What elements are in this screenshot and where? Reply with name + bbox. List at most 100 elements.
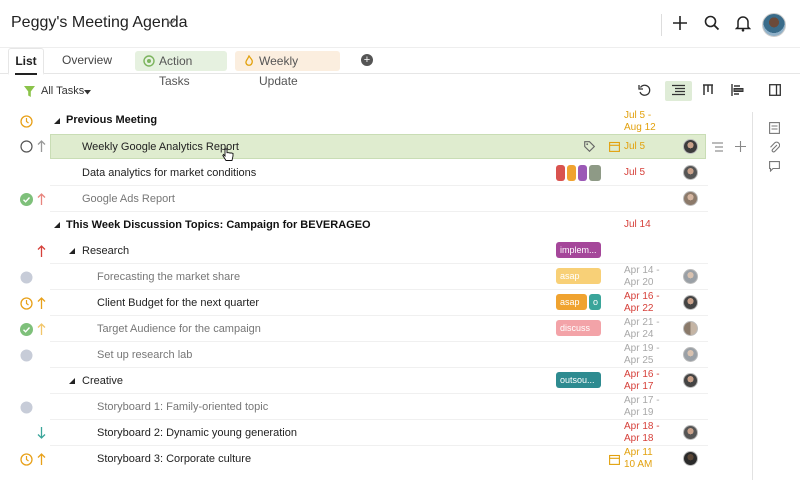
filter-icon[interactable] [24, 86, 35, 97]
row-title[interactable]: Research [82, 245, 129, 257]
filter-dropdown[interactable]: All Tasks [41, 85, 84, 97]
open-status-icon[interactable] [20, 140, 33, 153]
status-tag[interactable]: implem... [556, 242, 601, 258]
chevron-down-icon[interactable] [166, 19, 176, 26]
task-row[interactable]: Google Ads Report [0, 186, 752, 212]
list-view-icon[interactable] [672, 84, 685, 96]
kanban-view-icon[interactable] [702, 84, 714, 96]
in-progress-status-icon[interactable] [20, 453, 33, 466]
row-title[interactable]: Target Audience for the campaign [97, 323, 261, 335]
priority-up-icon[interactable] [37, 323, 46, 335]
row-title[interactable]: Storyboard 3: Corporate culture [97, 453, 251, 465]
task-row[interactable]: Weekly Google Analytics Report Jul 5 [0, 134, 752, 161]
group-row[interactable]: This Week Discussion Topics: Campaign fo… [0, 212, 752, 238]
date-start: Apr 21 - [624, 317, 660, 328]
group-row[interactable]: Research implem... [0, 238, 752, 264]
row-title[interactable]: Data analytics for market conditions [82, 167, 256, 179]
search-icon[interactable] [704, 15, 720, 31]
user-avatar[interactable] [762, 13, 786, 37]
status-tag[interactable]: outsou... [556, 372, 601, 388]
row-title[interactable]: Forecasting the market share [97, 271, 240, 283]
assignee-avatar[interactable] [683, 269, 698, 284]
row-title[interactable]: Creative [82, 375, 123, 387]
add-subtask-icon[interactable] [735, 141, 746, 152]
task-row[interactable]: Data analytics for market conditions Jul… [0, 160, 752, 186]
in-progress-status-icon[interactable] [20, 115, 33, 128]
task-row[interactable]: Client Budget for the next quarter asap … [0, 290, 752, 316]
collapse-caret-icon[interactable] [69, 248, 75, 254]
assignee-avatar[interactable] [683, 139, 698, 154]
row-title[interactable]: Storyboard 1: Family-oriented topic [97, 401, 268, 413]
priority-up-icon[interactable] [37, 193, 46, 205]
assignee-avatar[interactable] [683, 165, 698, 180]
status-tag[interactable]: asap [556, 294, 587, 310]
add-tab-button[interactable]: + [361, 54, 373, 66]
tab-overview[interactable]: Overview [62, 48, 112, 74]
not-started-status-icon[interactable] [20, 349, 33, 362]
assignee-avatar[interactable] [683, 295, 698, 310]
task-row[interactable]: Storyboard 3: Corporate culture Apr 11 1… [0, 446, 752, 472]
completed-status-icon[interactable] [20, 193, 33, 206]
date-end: Apr 17 [624, 381, 654, 392]
refresh-icon[interactable] [638, 84, 651, 97]
row-dates: Apr 11 10 AM [624, 447, 653, 471]
task-row[interactable]: Set up research lab Apr 19 - Apr 25 [0, 342, 752, 368]
row-title[interactable]: Previous Meeting [66, 114, 157, 126]
comment-icon[interactable] [769, 161, 780, 172]
completed-status-icon[interactable] [20, 323, 33, 336]
notes-icon[interactable] [769, 122, 780, 134]
page-title[interactable]: Peggy's Meeting Agenda [11, 14, 188, 32]
color-tag[interactable] [567, 165, 576, 181]
assignee-avatar[interactable] [683, 451, 698, 466]
row-title[interactable]: Weekly Google Analytics Report [82, 141, 239, 153]
bell-icon[interactable] [735, 15, 751, 32]
row-title[interactable]: Set up research lab [97, 349, 192, 361]
collapse-caret-icon[interactable] [54, 222, 60, 228]
color-tag[interactable] [578, 165, 587, 181]
tab-weekly-update[interactable]: Weekly Update [235, 51, 340, 88]
gantt-view-icon[interactable] [731, 84, 744, 96]
not-started-status-icon[interactable] [20, 271, 33, 284]
date-start: Apr 17 - [624, 395, 660, 406]
color-tag[interactable] [589, 165, 601, 181]
tag-icon[interactable] [584, 141, 595, 152]
attachment-icon[interactable] [769, 141, 780, 153]
status-tag[interactable]: asap [556, 268, 601, 284]
group-row[interactable]: Previous Meeting Jul 5 - Aug 12 [0, 108, 752, 134]
row-title[interactable]: Google Ads Report [82, 193, 175, 205]
row-dates: Apr 19 - Apr 25 [624, 343, 660, 367]
priority-down-icon[interactable] [37, 427, 46, 439]
row-title[interactable]: This Week Discussion Topics: Campaign fo… [66, 219, 371, 231]
status-tag[interactable]: o [589, 294, 601, 310]
not-started-status-icon[interactable] [20, 401, 33, 414]
assignee-avatar[interactable] [683, 321, 698, 336]
tab-list[interactable]: List [8, 48, 44, 75]
priority-up-icon[interactable] [37, 297, 46, 309]
row-title[interactable]: Storyboard 2: Dynamic young generation [97, 427, 297, 439]
assignee-avatar[interactable] [683, 425, 698, 440]
priority-up-icon[interactable] [37, 245, 46, 257]
priority-up-icon[interactable] [37, 140, 46, 152]
task-row[interactable]: Target Audience for the campaign discuss… [0, 316, 752, 342]
group-row[interactable]: Creative outsou... Apr 16 - Apr 17 [0, 368, 752, 394]
scrollbar[interactable] [752, 112, 753, 480]
color-tag[interactable] [556, 165, 565, 181]
row-title[interactable]: Client Budget for the next quarter [97, 297, 259, 309]
collapse-caret-icon[interactable] [54, 118, 60, 124]
status-tag[interactable]: discuss [556, 320, 601, 336]
date-end: Aug 12 [624, 122, 656, 133]
assignee-avatar[interactable] [683, 191, 698, 206]
in-progress-status-icon[interactable] [20, 297, 33, 310]
task-row[interactable]: Storyboard 2: Dynamic young generation A… [0, 420, 752, 446]
collapse-caret-icon[interactable] [69, 378, 75, 384]
task-row[interactable]: Storyboard 1: Family-oriented topic Apr … [0, 394, 752, 420]
add-icon[interactable] [672, 15, 688, 31]
panel-toggle-icon[interactable] [769, 84, 781, 96]
tab-action-tasks[interactable]: Action Tasks [135, 51, 227, 88]
caret-down-icon[interactable] [84, 90, 91, 95]
subtask-icon[interactable] [712, 142, 723, 152]
task-row[interactable]: Forecasting the market share asap Apr 14… [0, 264, 752, 290]
assignee-avatar[interactable] [683, 373, 698, 388]
assignee-avatar[interactable] [683, 347, 698, 362]
priority-up-icon[interactable] [37, 453, 46, 465]
